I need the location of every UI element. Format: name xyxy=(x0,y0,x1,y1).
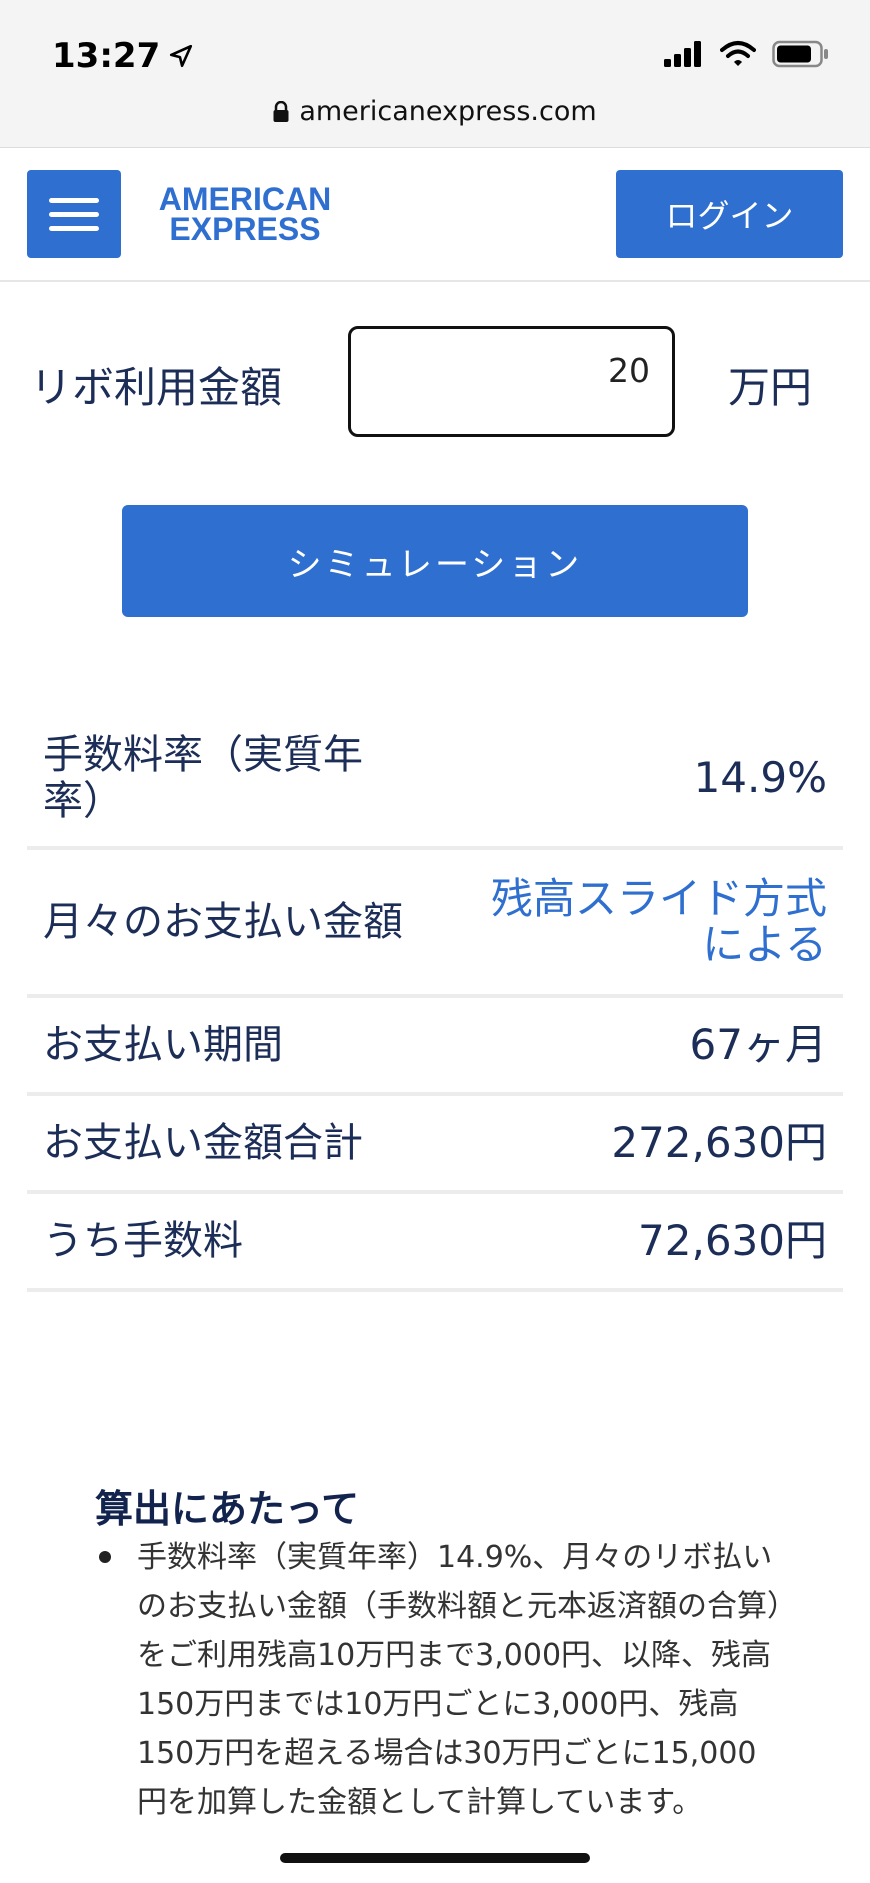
home-indicator[interactable] xyxy=(280,1853,590,1863)
hamburger-menu-button[interactable] xyxy=(27,170,121,258)
battery-icon xyxy=(772,40,828,68)
simulate-button[interactable]: シミュレーション xyxy=(122,505,748,617)
logo-line2: EXPRESS xyxy=(169,211,321,247)
status-time-text: 13:27 xyxy=(52,36,161,76)
logo-line1: AMERICAN xyxy=(158,181,332,217)
list-item: 手数料率（実質年率）14.9%、月々のリボ払いのお支払い金額（手数料額と元本返済… xyxy=(95,1533,785,1827)
hamburger-icon-bar xyxy=(49,211,99,217)
amex-logo[interactable]: AMERICAN EXPRESS xyxy=(145,181,345,247)
result-row-rate: 手数料率（実質年率） 14.9% xyxy=(27,710,843,850)
wifi-icon xyxy=(720,41,756,66)
lock-icon xyxy=(273,100,289,122)
result-label: お支払い期間 xyxy=(43,1022,283,1068)
results-table: 手数料率（実質年率） 14.9% 月々のお支払い金額 残高スライド方式による お… xyxy=(27,710,843,1292)
result-row-monthly: 月々のお支払い金額 残高スライド方式による xyxy=(27,850,843,998)
sliding-balance-link[interactable]: 残高スライド方式による xyxy=(467,876,827,968)
result-row-period: お支払い期間 67ヶ月 xyxy=(27,998,843,1096)
result-row-fee: うち手数料 72,630円 xyxy=(27,1194,843,1292)
hamburger-icon-bar xyxy=(49,225,99,231)
result-value: 72,630円 xyxy=(638,1216,827,1265)
login-button[interactable]: ログイン xyxy=(616,170,843,258)
notes-list: 手数料率（実質年率）14.9%、月々のリボ払いのお支払い金額（手数料額と元本返済… xyxy=(95,1533,785,1827)
browser-chrome: 13:27 americanexpress.com xyxy=(0,0,870,148)
result-row-total: お支払い金額合計 272,630円 xyxy=(27,1096,843,1194)
status-time: 13:27 xyxy=(52,36,194,76)
result-label: うち手数料 xyxy=(43,1218,243,1264)
result-label: 手数料率（実質年率） xyxy=(43,732,363,824)
result-value: 272,630円 xyxy=(611,1118,827,1167)
address-bar[interactable]: americanexpress.com xyxy=(0,96,870,127)
url-text: americanexpress.com xyxy=(299,96,597,127)
site-header: AMERICAN EXPRESS ログイン xyxy=(0,148,870,282)
status-icons xyxy=(664,40,830,68)
hamburger-icon-bar xyxy=(49,197,99,203)
notes-title: 算出にあたって xyxy=(95,1487,360,1531)
result-label: 月々のお支払い金額 xyxy=(43,899,403,945)
result-label: お支払い金額合計 xyxy=(43,1120,363,1166)
amount-unit: 万円 xyxy=(728,363,813,412)
amount-label: リボ利用金額 xyxy=(30,363,283,412)
result-value: 67ヶ月 xyxy=(689,1020,827,1069)
result-value: 14.9% xyxy=(693,753,827,802)
signal-icon xyxy=(664,41,701,67)
location-arrow-icon xyxy=(170,44,193,68)
amount-input[interactable]: 20 xyxy=(348,326,675,437)
